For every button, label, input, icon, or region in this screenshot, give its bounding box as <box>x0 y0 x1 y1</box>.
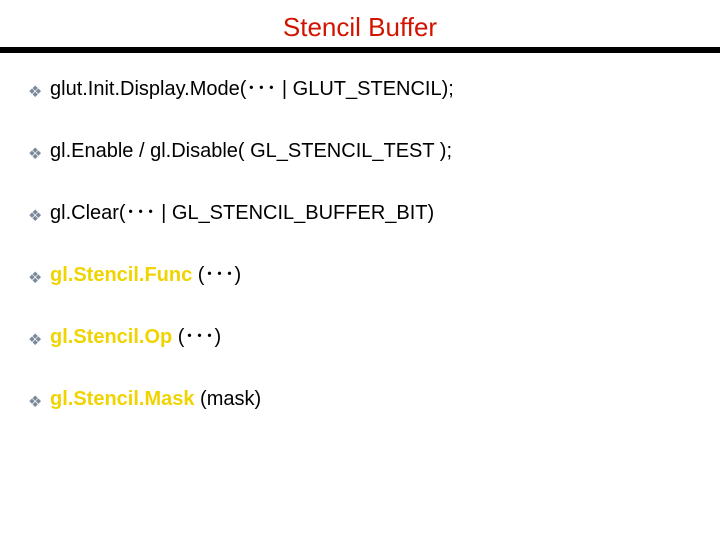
item-highlight: gl.Stencil.Mask <box>50 388 195 410</box>
item-text: gl.Clear(･･･ | GL_STENCIL_BUFFER_BIT) <box>50 201 434 225</box>
diamond-bullet-icon: ❖ <box>28 147 44 163</box>
page-title: Stencil Buffer <box>283 12 437 43</box>
item-text: gl.Enable / gl.Disable( GL_STENCIL_TEST … <box>50 139 452 163</box>
list-item: ❖ gl.Enable / gl.Disable( GL_STENCIL_TES… <box>28 139 692 163</box>
list-item: ❖ gl.Stencil.Func (･･･) <box>28 263 692 287</box>
item-text: gl.Stencil.Op (･･･) <box>50 325 221 349</box>
item-tail: (･･･) <box>192 264 241 286</box>
diamond-bullet-icon: ❖ <box>28 333 44 349</box>
diamond-bullet-icon: ❖ <box>28 271 44 287</box>
item-highlight: gl.Stencil.Op <box>50 326 172 348</box>
item-text: gl.Stencil.Func (･･･) <box>50 263 241 287</box>
list-item: ❖ gl.Stencil.Op (･･･) <box>28 325 692 349</box>
item-text: gl.Stencil.Mask (mask) <box>50 387 261 411</box>
diamond-bullet-icon: ❖ <box>28 395 44 411</box>
title-wrap: Stencil Buffer <box>0 0 720 43</box>
slide-content: ❖ glut.Init.Display.Mode(･･･ | GLUT_STEN… <box>0 53 720 411</box>
list-item: ❖ gl.Clear(･･･ | GL_STENCIL_BUFFER_BIT) <box>28 201 692 225</box>
item-text: glut.Init.Display.Mode(･･･ | GLUT_STENCI… <box>50 77 454 101</box>
item-highlight: gl.Stencil.Func <box>50 264 192 286</box>
list-item: ❖ glut.Init.Display.Mode(･･･ | GLUT_STEN… <box>28 77 692 101</box>
list-item: ❖ gl.Stencil.Mask (mask) <box>28 387 692 411</box>
item-tail: (･･･) <box>172 326 221 348</box>
item-tail: (mask) <box>195 388 262 410</box>
slide: Stencil Buffer ❖ glut.Init.Display.Mode(… <box>0 0 720 540</box>
diamond-bullet-icon: ❖ <box>28 85 44 101</box>
diamond-bullet-icon: ❖ <box>28 209 44 225</box>
